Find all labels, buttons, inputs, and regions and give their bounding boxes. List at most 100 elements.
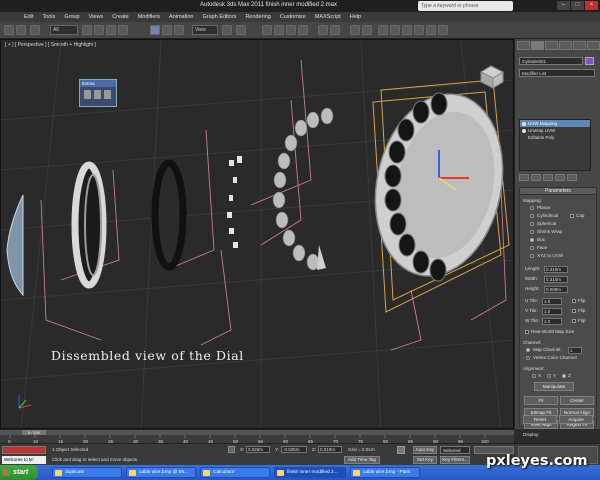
reference-coordinate-dropdown[interactable]: View — [192, 25, 218, 35]
u-tile-spinner[interactable]: 1.0 — [542, 298, 562, 305]
snap-toggle-icon[interactable] — [262, 25, 272, 35]
taskbar-item-cable-wire-viewer[interactable]: cable wire.bmp @ 66... — [126, 467, 196, 478]
auto-key-button[interactable]: Auto Key — [413, 446, 437, 454]
select-manipulate-icon[interactable] — [236, 25, 246, 35]
map-channel-radio[interactable] — [526, 348, 530, 352]
select-object-icon[interactable] — [82, 25, 92, 35]
mapping-planar-radio[interactable] — [530, 206, 534, 210]
x-coord-field[interactable]: 0.026m — [246, 446, 270, 453]
set-key-icon[interactable] — [397, 446, 405, 454]
minimize-button[interactable]: – — [557, 1, 570, 10]
manipulate-button[interactable]: Manipulate — [534, 382, 574, 391]
map-channel-spinner[interactable]: 1 — [568, 347, 582, 354]
align-y-radio[interactable] — [547, 374, 551, 378]
motion-tab[interactable] — [559, 41, 572, 50]
window-crossing-icon[interactable] — [118, 25, 128, 35]
menu-modifiers[interactable]: Modifiers — [138, 14, 160, 20]
extras-toolbar[interactable]: Extras — [79, 79, 117, 107]
percent-snap-icon[interactable] — [286, 25, 296, 35]
height-spinner[interactable]: 0.009m — [544, 286, 568, 293]
move-icon[interactable] — [150, 25, 160, 35]
display-tab[interactable] — [573, 41, 586, 50]
link-icon[interactable] — [30, 25, 40, 35]
pivot-center-icon[interactable] — [222, 25, 232, 35]
object-color-swatch[interactable] — [585, 57, 594, 65]
scale-icon[interactable] — [174, 25, 184, 35]
align-icon[interactable] — [330, 25, 340, 35]
schematic-view-icon[interactable] — [390, 25, 400, 35]
stack-item-uvw-mapping[interactable]: UVW Mapping — [520, 120, 590, 127]
object-name-field[interactable]: Cylinder001 — [519, 57, 583, 65]
maxscript-listener[interactable] — [2, 446, 46, 454]
rotate-icon[interactable] — [162, 25, 172, 35]
mapping-box-radio[interactable] — [530, 238, 534, 242]
modifier-list-dropdown[interactable]: Modifier List — [519, 69, 595, 77]
u-flip-checkbox[interactable] — [572, 299, 576, 303]
v-tile-spinner[interactable]: 1.0 — [542, 308, 562, 315]
create-tab[interactable] — [517, 41, 530, 50]
selection-filter-dropdown[interactable]: All — [50, 25, 78, 35]
lock-selection-icon[interactable] — [228, 446, 235, 453]
close-button[interactable]: × — [585, 1, 598, 10]
start-button[interactable]: start — [0, 465, 38, 480]
mapping-face-radio[interactable] — [530, 246, 534, 250]
menu-tools[interactable]: Tools — [42, 14, 55, 20]
lightbulb-icon[interactable] — [522, 122, 526, 126]
modify-tab[interactable] — [531, 41, 544, 50]
acquire-button[interactable]: Acquire — [559, 415, 593, 424]
select-by-name-icon[interactable] — [94, 25, 104, 35]
spinner-snap-icon[interactable] — [298, 25, 308, 35]
snapshot-icon[interactable] — [94, 90, 101, 99]
stack-item-unwrap-uvw[interactable]: Unwrap UVW — [520, 127, 590, 134]
add-time-tag-button[interactable]: Add Time Tag — [344, 456, 380, 464]
fit-button[interactable]: Fit — [524, 396, 558, 405]
render-frame-icon[interactable] — [426, 25, 436, 35]
array-icon[interactable] — [84, 90, 91, 99]
remove-modifier-icon[interactable] — [555, 174, 565, 181]
redo-icon[interactable] — [16, 25, 26, 35]
align-x-radio[interactable] — [532, 374, 536, 378]
mapping-xyz-radio[interactable] — [530, 254, 534, 258]
w-tile-spinner[interactable]: 1.0 — [542, 318, 562, 325]
material-editor-icon[interactable] — [402, 25, 412, 35]
taskbar-item-duplicate[interactable]: duplicate — [52, 467, 122, 478]
reset-button[interactable]: Reset — [523, 415, 557, 424]
stack-item-editable-poly[interactable]: Editable Poly — [520, 134, 590, 141]
render-production-icon[interactable] — [438, 25, 448, 35]
maximize-button[interactable]: □ — [571, 1, 584, 10]
menu-group[interactable]: Group — [64, 14, 79, 20]
pin-stack-icon[interactable] — [519, 174, 529, 181]
mapping-shrink-wrap-radio[interactable] — [530, 230, 534, 234]
cap-checkbox[interactable] — [570, 214, 574, 218]
menu-animation[interactable]: Animation — [169, 14, 193, 20]
w-flip-checkbox[interactable] — [572, 319, 576, 323]
menu-graph-editors[interactable]: Graph Editors — [203, 14, 237, 20]
real-world-checkbox[interactable] — [525, 330, 529, 334]
key-selection-dropdown[interactable]: Selected — [440, 446, 470, 454]
taskbar-item-calculator[interactable]: Calculator — [200, 467, 270, 478]
set-key-button[interactable]: Set Key — [413, 456, 437, 464]
menu-help[interactable]: Help — [350, 14, 361, 20]
v-flip-checkbox[interactable] — [572, 309, 576, 313]
taskbar-item-paint[interactable]: cable wire.bmp - Paint — [350, 467, 420, 478]
maxscript-mini-listener[interactable]: Welcome to M: — [2, 456, 46, 464]
show-end-result-icon[interactable] — [531, 174, 541, 181]
menu-rendering[interactable]: Rendering — [245, 14, 270, 20]
menu-maxscript[interactable]: MAXScript — [315, 14, 341, 20]
utilities-tab[interactable] — [587, 41, 600, 50]
length-spinner[interactable]: 0.310m — [544, 266, 568, 273]
render-setup-icon[interactable] — [414, 25, 424, 35]
parameters-rollout-title[interactable]: Parameters — [520, 188, 596, 195]
width-spinner[interactable]: 0.310m — [544, 276, 568, 283]
mirror-icon[interactable] — [318, 25, 328, 35]
spacing-icon[interactable] — [104, 90, 111, 99]
mapping-cylindrical-radio[interactable] — [530, 214, 534, 218]
menu-edit[interactable]: Edit — [24, 14, 33, 20]
vertex-color-radio[interactable] — [526, 356, 530, 360]
y-coord-field[interactable]: -0.025m — [281, 446, 307, 453]
undo-icon[interactable] — [4, 25, 14, 35]
center-button[interactable]: Center — [560, 396, 594, 405]
taskbar-item-3dsmax[interactable]: finish inner modified 2... — [274, 467, 346, 478]
mapping-spherical-radio[interactable] — [530, 222, 534, 226]
lightbulb-icon[interactable] — [522, 129, 526, 133]
